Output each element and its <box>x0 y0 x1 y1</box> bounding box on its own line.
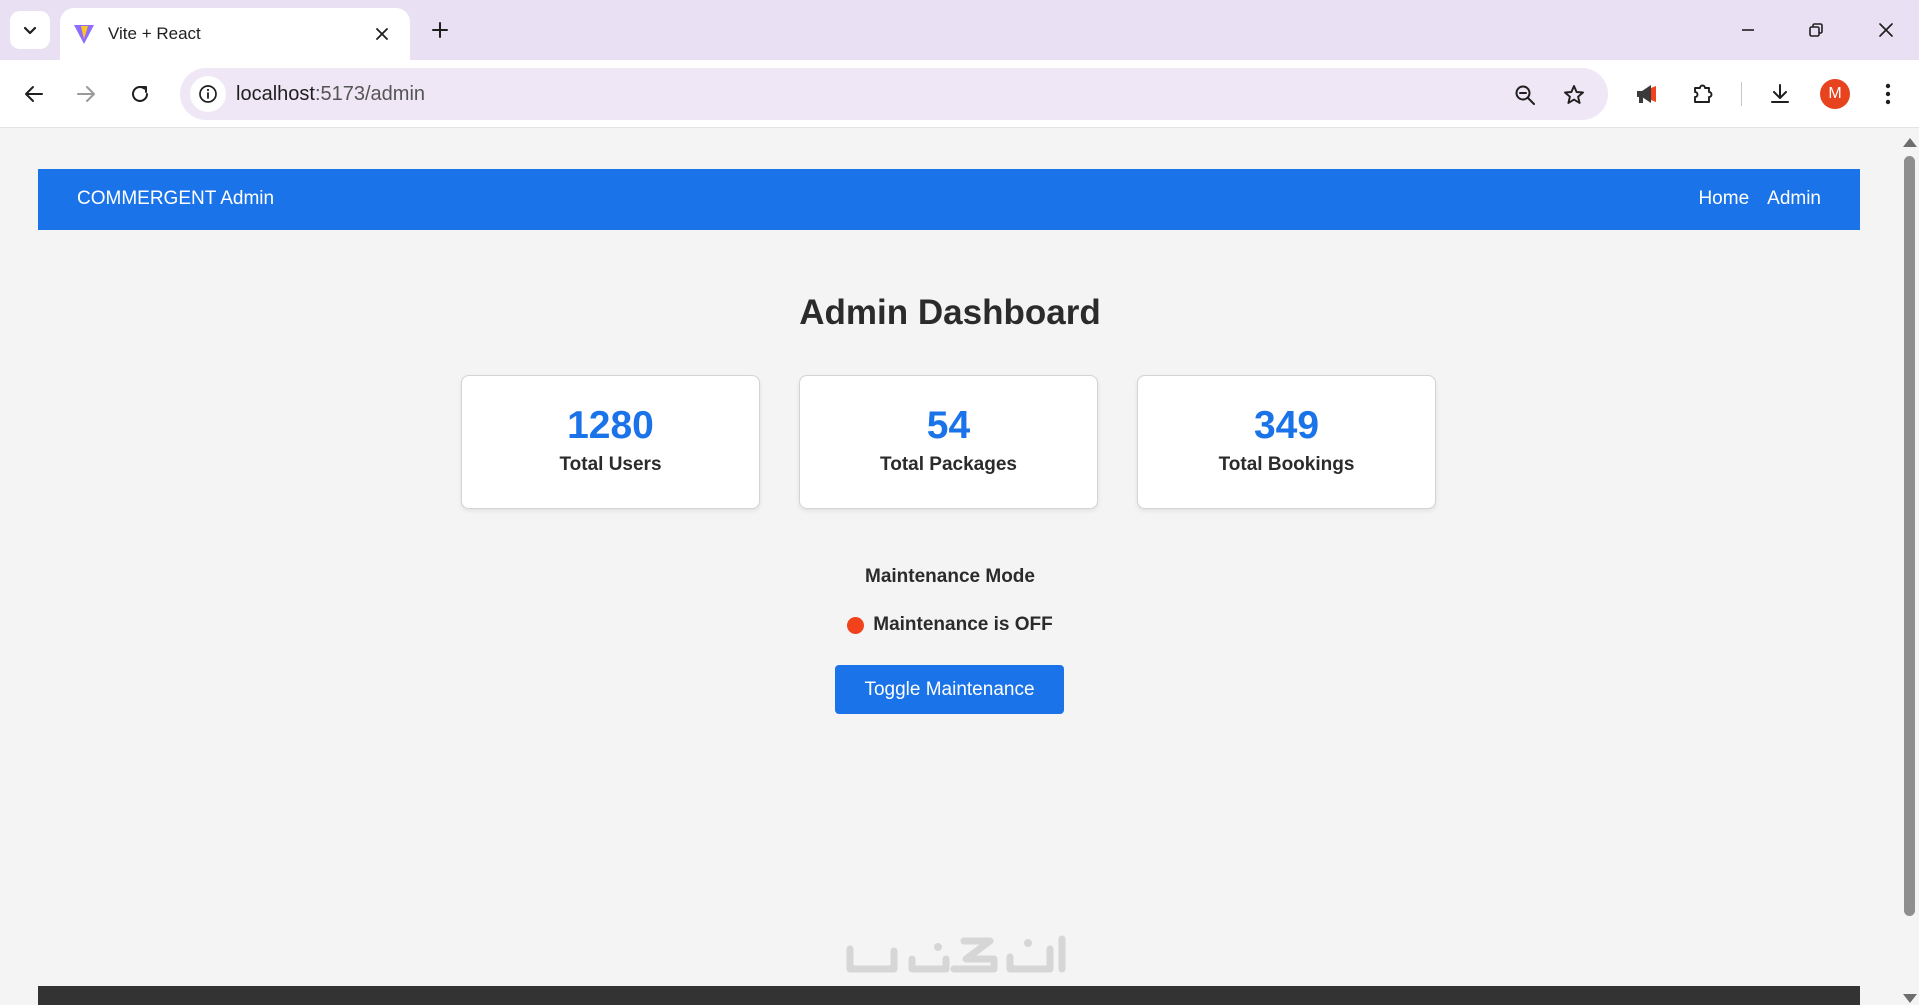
stat-value: 1280 <box>567 404 654 447</box>
url-host: localhost <box>236 83 315 105</box>
more-vertical-icon <box>1885 83 1891 105</box>
new-tab-button[interactable] <box>424 14 456 46</box>
zoom-out-icon <box>1515 85 1535 105</box>
url-path: :5173/admin <box>314 83 426 105</box>
watermark-logo-icon <box>846 935 1066 973</box>
scroll-down-icon[interactable] <box>1903 994 1917 1003</box>
announcement-button[interactable] <box>1629 76 1665 112</box>
address-bar[interactable]: localhost:5173/admin <box>180 68 1608 120</box>
close-icon <box>1879 23 1893 37</box>
stat-label: Total Bookings <box>1218 453 1355 475</box>
extensions-button[interactable] <box>1685 76 1721 112</box>
app-navbar: COMMERGENT Admin Home Admin <box>38 169 1860 230</box>
tab-title: Vite + React <box>108 24 201 43</box>
restore-icon <box>1809 23 1823 37</box>
tab-close-button[interactable] <box>368 20 396 48</box>
megaphone-icon <box>1637 85 1656 103</box>
minimize-icon <box>1742 29 1754 31</box>
zoom-button[interactable] <box>1510 80 1540 110</box>
stat-label: Total Users <box>559 453 662 475</box>
star-icon <box>1564 85 1584 104</box>
downloads-button[interactable] <box>1762 76 1798 112</box>
stat-card-users: 1280 Total Users <box>461 375 760 509</box>
vite-logo-icon <box>74 25 94 44</box>
chevron-down-icon <box>23 26 37 35</box>
browser-tab-active[interactable]: Vite + React <box>60 8 410 60</box>
minimize-button[interactable] <box>1723 10 1773 50</box>
restore-button[interactable] <box>1791 10 1841 50</box>
toolbar-divider <box>1741 82 1742 106</box>
stat-card-bookings: 349 Total Bookings <box>1137 375 1436 509</box>
nav-link-home[interactable]: Home <box>1698 188 1749 210</box>
maintenance-heading: Maintenance Mode <box>865 566 1035 587</box>
page-viewport: COMMERGENT Admin Home Admin Admin Dashbo… <box>0 129 1900 1005</box>
stat-label: Total Packages <box>880 453 1017 475</box>
site-info-button[interactable] <box>190 76 226 112</box>
arrow-left-icon <box>25 86 43 102</box>
plus-icon <box>432 22 448 38</box>
page-scrollbar[interactable] <box>1900 129 1919 1005</box>
close-window-button[interactable] <box>1861 10 1911 50</box>
download-icon <box>1771 84 1789 103</box>
page-footer <box>38 986 1860 1005</box>
scroll-thumb[interactable] <box>1904 156 1915 916</box>
maintenance-status-text: Maintenance is OFF <box>873 614 1053 635</box>
forward-button[interactable] <box>66 74 106 114</box>
navbar-links: Home Admin <box>1698 188 1821 210</box>
reload-button[interactable] <box>120 74 160 114</box>
browser-tabstrip: Vite + React <box>0 0 1919 60</box>
maintenance-status: Maintenance is OFF <box>0 614 1900 636</box>
page-title: Admin Dashboard <box>799 293 1101 332</box>
stats-row: 1280 Total Users 54 Total Packages 349 T… <box>461 375 1436 509</box>
stat-card-packages: 54 Total Packages <box>799 375 1098 509</box>
navbar-brand[interactable]: COMMERGENT Admin <box>77 188 274 210</box>
nav-link-admin[interactable]: Admin <box>1767 188 1821 210</box>
profile-avatar[interactable]: M <box>1820 79 1850 109</box>
arrow-right-icon <box>77 86 95 102</box>
stat-value: 54 <box>926 404 971 447</box>
browser-toolbar: localhost:5173/admin M <box>0 60 1919 128</box>
puzzle-icon <box>1694 84 1713 103</box>
tab-search-button[interactable] <box>10 11 50 49</box>
url-text: localhost:5173/admin <box>236 83 425 106</box>
scroll-up-icon[interactable] <box>1903 138 1917 147</box>
toggle-maintenance-button[interactable]: Toggle Maintenance <box>835 665 1064 714</box>
bookmark-button[interactable] <box>1559 80 1589 110</box>
status-dot-icon <box>847 616 865 634</box>
info-icon <box>199 85 217 103</box>
reload-icon <box>132 85 148 102</box>
back-button[interactable] <box>14 74 54 114</box>
close-icon <box>376 28 388 40</box>
stat-value: 349 <box>1253 404 1320 447</box>
browser-menu-button[interactable] <box>1870 76 1906 112</box>
